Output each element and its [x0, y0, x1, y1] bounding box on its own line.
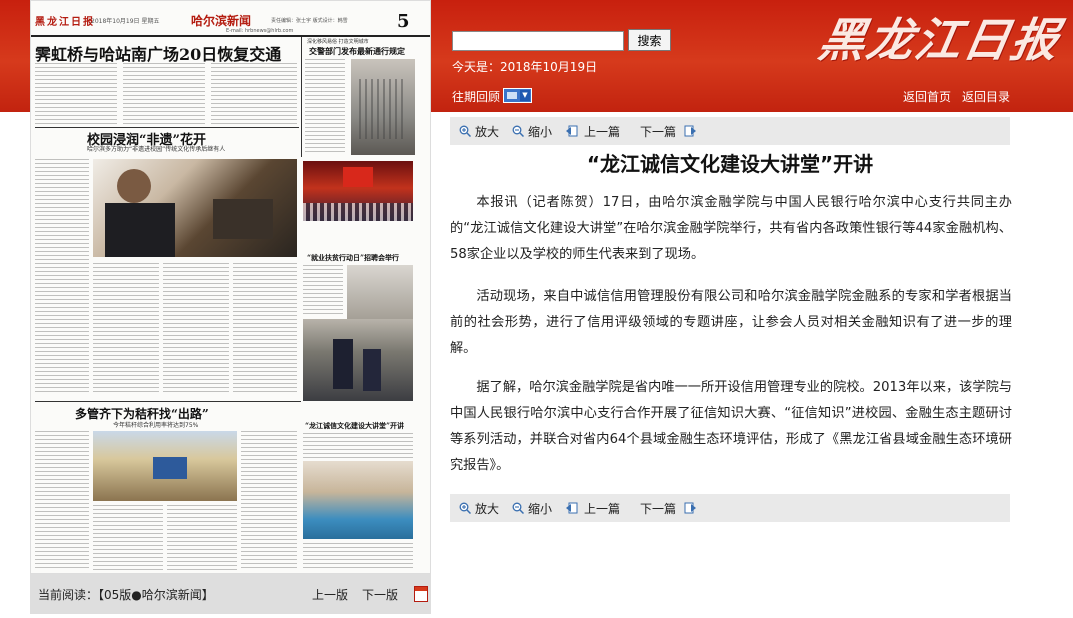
newspaper-logo: 黑龙江日报	[814, 13, 1065, 67]
section-rule	[35, 127, 299, 128]
today-date: 今天是：2018年10月19日	[452, 60, 598, 74]
text-column	[233, 263, 297, 395]
calendar-icon[interactable]	[414, 586, 428, 602]
prev-article-button[interactable]: 上一篇	[584, 500, 620, 517]
past-review-dropdown[interactable]: ▼	[503, 88, 532, 103]
lecture-photo	[303, 461, 413, 539]
chevron-down-icon: ▼	[520, 90, 530, 101]
newspaper-page-number: 5	[397, 11, 410, 32]
next-page-link[interactable]: 下一版	[362, 586, 398, 603]
text-column	[303, 433, 413, 459]
article-toolbar-top: 放大 缩小 上一篇 下一篇	[450, 117, 1010, 145]
newspaper-section: 哈尔滨新闻	[191, 14, 252, 28]
section-rule	[35, 401, 301, 402]
search-button[interactable]: 搜索	[628, 29, 671, 51]
next-article-button[interactable]: 下一篇	[640, 500, 676, 517]
police-photo	[303, 319, 413, 401]
text-column	[303, 543, 413, 571]
article-link-traffic[interactable]: 交警部门发布最新通行规定	[309, 46, 405, 57]
tractor-photo	[93, 431, 237, 501]
prev-article-icon	[566, 125, 578, 137]
traffic-photo	[351, 59, 415, 155]
home-link[interactable]: 返回首页	[903, 88, 951, 105]
zoom-out-icon	[512, 502, 524, 514]
next-article-button[interactable]: 下一篇	[640, 123, 676, 140]
dropdown-value	[507, 92, 517, 99]
text-column	[167, 505, 237, 571]
zoom-in-button[interactable]: 放大	[475, 123, 499, 140]
article-title: “龙江诚信文化建设大讲堂”开讲	[586, 152, 874, 176]
prev-page-link[interactable]: 上一版	[312, 586, 348, 603]
text-column	[35, 63, 117, 125]
article-toolbar-bottom: 放大 缩小 上一篇 下一篇	[450, 494, 1010, 522]
zoom-in-icon	[459, 502, 471, 514]
next-article-icon	[684, 125, 696, 137]
search-input[interactable]	[452, 31, 624, 51]
event-photo	[303, 161, 413, 221]
traffic-kicker: 深化移风易俗 打造文明城市	[307, 39, 369, 45]
straw-subtitle: 今年秸秆综合利用率将达到75%	[113, 422, 199, 429]
newspaper-brand: 黑龙江日报	[35, 17, 95, 28]
text-column	[241, 431, 297, 571]
zoom-out-icon	[512, 125, 524, 137]
text-column	[211, 63, 297, 125]
text-column	[123, 63, 205, 125]
newspaper-email: E-mail: hrbnews@hlrb.com	[226, 28, 294, 34]
text-column	[163, 263, 229, 395]
newspaper-date: 2018年10月19日 星期五	[91, 18, 160, 25]
zoom-in-icon	[459, 125, 471, 137]
article-link-jobs[interactable]: “就业扶贫行动日”招聘会举行	[307, 253, 399, 263]
article-paragraph: 活动现场，来自中诚信信用管理股份有限公司和哈尔滨金融学院金融系的专家和学者根据当…	[450, 289, 1012, 356]
toc-link[interactable]: 返回目录	[962, 88, 1010, 105]
article-link-lecture[interactable]: “龙江诚信文化建设大讲堂”开讲	[305, 421, 404, 431]
pottery-photo	[93, 159, 297, 257]
newspaper-masthead: 黑龙江日报 2018年10月19日 星期五 哈尔滨新闻 责任编辑：张士宇 版式设…	[31, 9, 430, 37]
next-article-icon	[684, 502, 696, 514]
newspaper-page-image[interactable]: 黑龙江日报 2018年10月19日 星期五 哈尔滨新闻 责任编辑：张士宇 版式设…	[30, 0, 431, 574]
text-column	[93, 263, 159, 395]
prev-article-button[interactable]: 上一篇	[584, 123, 620, 140]
jobs-photo	[347, 265, 413, 325]
text-column	[303, 265, 343, 317]
past-review-label: 往期回顾	[452, 90, 501, 104]
zoom-out-button[interactable]: 缩小	[528, 123, 552, 140]
newspaper-editor-line: 责任编辑：张士宇 版式设计：韩雪	[271, 18, 348, 24]
current-page-label: 当前阅读：【05版●哈尔滨新闻】	[38, 588, 214, 602]
column-rule	[301, 37, 302, 157]
text-column	[35, 159, 89, 395]
text-column	[93, 505, 163, 571]
school-subtitle: 哈尔滨多方助力“非遗进校园”传统文化传承后继有人	[87, 146, 226, 153]
photo-caption	[303, 225, 305, 231]
article-paragraph: 本报讯（记者陈贺）17日，由哈尔滨金融学院与中国人民银行哈尔滨中心支行共同主办的…	[450, 195, 1012, 262]
zoom-in-button[interactable]: 放大	[475, 500, 499, 517]
article-paragraph: 据了解，哈尔滨金融学院是省内唯一一所开设信用管理专业的院校。2013年以来，该学…	[450, 380, 1012, 473]
zoom-out-button[interactable]: 缩小	[528, 500, 552, 517]
article-link-bridge[interactable]: 霁虹桥与哈站南广场20日恢复交通	[35, 41, 281, 65]
text-column	[35, 431, 89, 571]
prev-article-icon	[566, 502, 578, 514]
text-column	[305, 59, 345, 155]
page-navigation-bar: 当前阅读：【05版●哈尔滨新闻】 上一版 下一版	[30, 574, 431, 614]
